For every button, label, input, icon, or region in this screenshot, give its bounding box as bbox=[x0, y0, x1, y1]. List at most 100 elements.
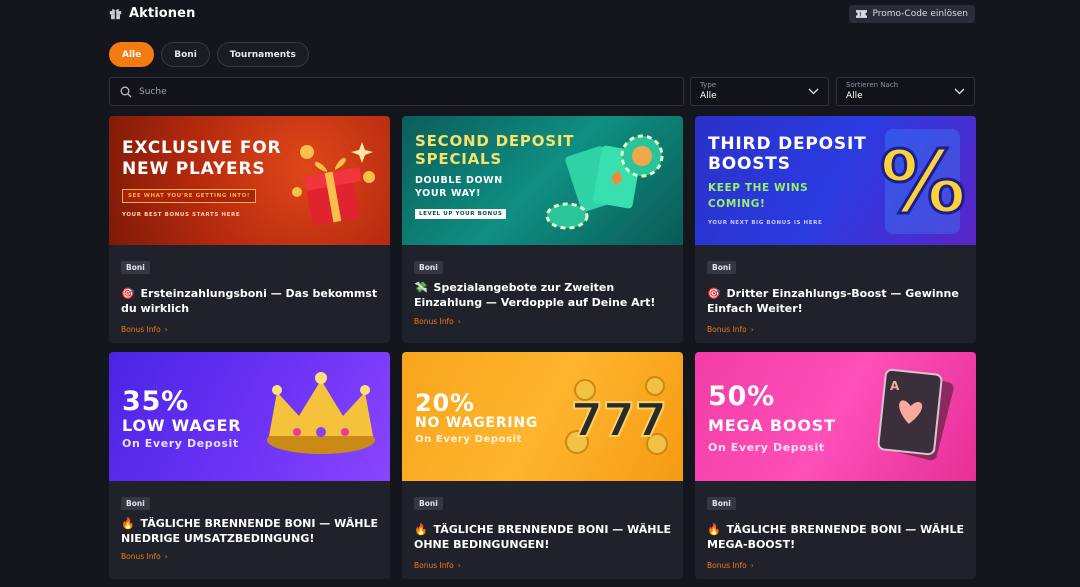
bonus-info-link[interactable]: Bonus Info › bbox=[414, 561, 671, 570]
promo-banner: 50% MEGA BOOST On Every Deposit A bbox=[695, 352, 976, 481]
banner-headline: BOOSTS bbox=[708, 154, 791, 174]
category-badge: Boni bbox=[121, 261, 150, 274]
banner-subline: DOUBLE DOWN bbox=[415, 175, 503, 186]
banner-cta: SEE WHAT YOU'RE GETTING INTO! bbox=[122, 189, 257, 203]
banner-headline: LOW WAGER bbox=[122, 416, 242, 435]
search-box[interactable] bbox=[109, 77, 684, 106]
promo-card-no-wagering[interactable]: 20% NO WAGERING On Every Deposit 777 Bon… bbox=[402, 352, 683, 579]
category-badge: Boni bbox=[414, 497, 443, 510]
page-header: Aktionen Promo-Code einlösen bbox=[109, 0, 975, 30]
card-body: Boni 🔥 TÄGLICHE BRENNENDE BONI — WÄHLE N… bbox=[109, 481, 390, 571]
card-title: 🔥 TÄGLICHE BRENNENDE BONI — WÄHLE NIEDRI… bbox=[121, 516, 378, 546]
chevron-down-icon bbox=[808, 88, 819, 95]
promo-code-label: Promo-Code einlösen bbox=[872, 9, 968, 19]
promo-banner: 20% NO WAGERING On Every Deposit 777 bbox=[402, 352, 683, 481]
promo-code-button[interactable]: Promo-Code einlösen bbox=[849, 5, 975, 23]
card-title-text: TÄGLICHE BRENNENDE BONI — WÄHLE NIEDRIGE… bbox=[121, 517, 379, 545]
card-title-text: Ersteinzahlungsboni — Das bekommst du wi… bbox=[121, 287, 378, 315]
chevron-right-icon: › bbox=[750, 561, 754, 570]
banner-headline: 20% bbox=[415, 389, 475, 417]
banner-tagline: YOUR BEST BONUS STARTS HERE bbox=[122, 212, 241, 218]
page-title: Aktionen bbox=[129, 6, 196, 21]
search-input[interactable] bbox=[139, 86, 639, 97]
ticket-icon bbox=[856, 10, 868, 18]
bonus-info-link[interactable]: Bonus Info › bbox=[121, 552, 378, 561]
promo-banner: EXCLUSIVE FOR NEW PLAYERS SEE WHAT YOU'R… bbox=[109, 116, 390, 245]
cards-chips-icon bbox=[545, 134, 664, 230]
chevron-down-icon bbox=[954, 88, 965, 95]
card-body: Boni 🎯 Dritter Einzahlungs-Boost — Gewin… bbox=[695, 245, 976, 343]
banner-headline: SPECIALS bbox=[415, 150, 503, 168]
chevron-right-icon: › bbox=[457, 317, 461, 326]
filter-tabs: Alle Boni Tournaments bbox=[109, 42, 309, 67]
sort-select-label: Sortieren Nach bbox=[846, 81, 899, 89]
bonus-info-link[interactable]: Bonus Info › bbox=[414, 317, 671, 326]
card-body: Boni 🔥 TÄGLICHE BRENNENDE BONI — WÄHLE O… bbox=[402, 481, 683, 579]
bonus-info-label: Bonus Info bbox=[414, 561, 454, 570]
card-title: 🔥 TÄGLICHE BRENNENDE BONI — WÄHLE OHNE B… bbox=[414, 522, 671, 552]
bonus-info-label: Bonus Info bbox=[121, 552, 161, 561]
card-body: Boni 🔥 TÄGLICHE BRENNENDE BONI — WÄHLE M… bbox=[695, 481, 976, 579]
category-badge: Boni bbox=[121, 497, 150, 510]
card-body: Boni 💸 Spezialangebote zur Zweiten Einza… bbox=[402, 245, 683, 336]
banner-headline: 35% bbox=[122, 386, 190, 417]
gift-icon bbox=[109, 9, 122, 20]
card-title: 🎯 Ersteinzahlungsboni — Das bekommst du … bbox=[121, 286, 378, 316]
banner-tagline: LEVEL UP YOUR BONUS bbox=[415, 209, 507, 219]
bonus-info-label: Bonus Info bbox=[707, 561, 747, 570]
filter-boni[interactable]: Boni bbox=[161, 42, 210, 67]
search-icon bbox=[120, 86, 132, 97]
banner-headline: NO WAGERING bbox=[415, 415, 539, 431]
promo-card-mega-boost[interactable]: 50% MEGA BOOST On Every Deposit A Boni 🔥… bbox=[695, 352, 976, 579]
promo-card-first-deposit[interactable]: EXCLUSIVE FOR NEW PLAYERS SEE WHAT YOU'R… bbox=[109, 116, 390, 343]
sort-select-value: Alle bbox=[846, 91, 863, 101]
banner-subline: COMING! bbox=[708, 198, 766, 210]
card-title: 💸 Spezialangebote zur Zweiten Einzahlung… bbox=[414, 280, 671, 310]
banner-headline: THIRD DEPOSIT bbox=[708, 134, 867, 154]
bonus-info-label: Bonus Info bbox=[121, 325, 161, 334]
sort-select[interactable]: Sortieren Nach Alle bbox=[836, 77, 975, 106]
type-select[interactable]: Type Alle bbox=[690, 77, 829, 106]
gift-box-icon bbox=[292, 142, 375, 226]
bonus-info-label: Bonus Info bbox=[707, 325, 747, 334]
promo-card-low-wager[interactable]: 35% LOW WAGER On Every Deposit Boni 🔥 TÄ… bbox=[109, 352, 390, 579]
banner-headline: 50% bbox=[708, 381, 776, 412]
category-badge: Boni bbox=[707, 497, 736, 510]
promo-card-second-deposit[interactable]: SECOND DEPOSIT SPECIALS DOUBLE DOWN YOUR… bbox=[402, 116, 683, 343]
money-icon: 💸 bbox=[414, 281, 428, 294]
target-icon: 🎯 bbox=[707, 287, 721, 300]
promo-card-third-deposit[interactable]: THIRD DEPOSIT BOOSTS KEEP THE WINS COMIN… bbox=[695, 116, 976, 343]
bonus-info-link[interactable]: Bonus Info › bbox=[707, 325, 964, 334]
promo-banner: THIRD DEPOSIT BOOSTS KEEP THE WINS COMIN… bbox=[695, 116, 976, 245]
page-title-group: Aktionen bbox=[109, 6, 195, 21]
fire-icon: 🔥 bbox=[707, 523, 721, 536]
card-title-text: TÄGLICHE BRENNENDE BONI — WÄHLE OHNE BED… bbox=[414, 523, 672, 551]
banner-subline: YOUR WAY! bbox=[415, 188, 482, 199]
category-badge: Boni bbox=[707, 261, 736, 274]
chevron-right-icon: › bbox=[457, 561, 461, 570]
banner-tagline: YOUR NEXT BIG BONUS IS HERE bbox=[708, 220, 823, 226]
banner-subline: On Every Deposit bbox=[415, 434, 523, 445]
banner-subline: KEEP THE WINS bbox=[708, 182, 809, 194]
banner-headline: MEGA BOOST bbox=[708, 416, 836, 435]
bonus-info-link[interactable]: Bonus Info › bbox=[707, 561, 964, 570]
filter-all[interactable]: Alle bbox=[109, 42, 155, 67]
fire-icon: 🔥 bbox=[414, 523, 428, 536]
card-title-text: TÄGLICHE BRENNENDE BONI — WÄHLE MEGA-BOO… bbox=[707, 523, 965, 551]
promo-banner: SECOND DEPOSIT SPECIALS DOUBLE DOWN YOUR… bbox=[402, 116, 683, 245]
category-badge: Boni bbox=[414, 261, 443, 274]
banner-subline: On Every Deposit bbox=[122, 437, 239, 450]
chevron-right-icon: › bbox=[164, 325, 168, 334]
card-title: 🎯 Dritter Einzahlungs-Boost — Gewinne Ei… bbox=[707, 286, 964, 316]
card-title-text: Spezialangebote zur Zweiten Einzahlung —… bbox=[414, 281, 656, 309]
promo-banner: 35% LOW WAGER On Every Deposit bbox=[109, 352, 390, 481]
card-rank: A bbox=[890, 379, 900, 393]
filter-tournaments[interactable]: Tournaments bbox=[216, 42, 309, 67]
card-title-text: Dritter Einzahlungs-Boost — Gewinne Einf… bbox=[707, 287, 959, 315]
bonus-info-label: Bonus Info bbox=[414, 317, 454, 326]
fire-icon: 🔥 bbox=[121, 517, 135, 530]
bonus-info-link[interactable]: Bonus Info › bbox=[121, 325, 378, 334]
percent-icon: % bbox=[878, 129, 968, 235]
card-body: Boni 🎯 Ersteinzahlungsboni — Das bekomms… bbox=[109, 245, 390, 343]
banner-headline: EXCLUSIVE FOR bbox=[122, 138, 282, 158]
